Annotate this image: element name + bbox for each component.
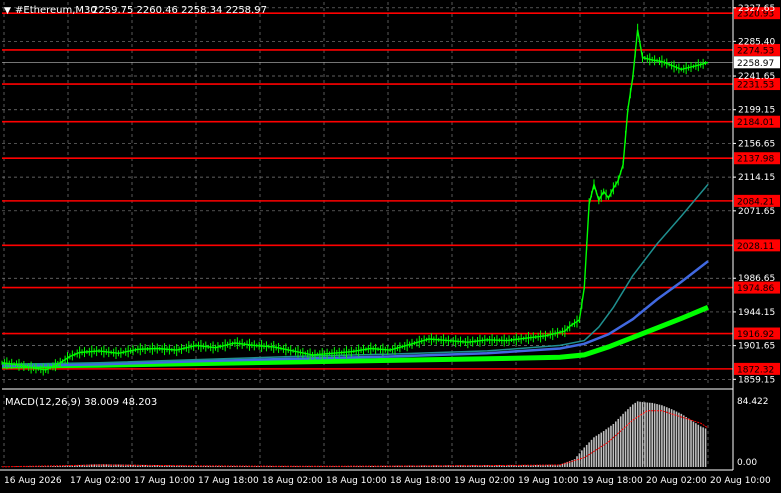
time-tick-label: 19 Aug 02:00: [454, 476, 515, 486]
price-tick-label: 1944.15: [738, 308, 775, 318]
price-tick-label: 1859.15: [738, 375, 775, 385]
time-tick-label: 18 Aug 18:00: [390, 476, 451, 486]
time-tick-label: 16 Aug 2026: [4, 476, 62, 486]
dropdown-triangle-icon[interactable]: ▼: [4, 6, 11, 16]
level-label: 2028.11: [737, 242, 774, 252]
price-tick-label: 2114.15: [738, 173, 775, 183]
time-tick-label: 20 Aug 02:00: [646, 476, 707, 486]
price-tick-label: 2199.15: [738, 106, 775, 116]
level-label: 1872.32: [737, 365, 774, 375]
level-label: 2184.01: [737, 118, 774, 128]
price-tick-label: 2071.65: [738, 207, 775, 217]
ohlc-values: 2259.75 2260.46 2258.34 2258.97: [92, 5, 267, 16]
price-tick-label: 2241.65: [738, 72, 775, 82]
time-tick-label: 17 Aug 02:00: [70, 476, 131, 486]
time-tick-label: 18 Aug 02:00: [262, 476, 323, 486]
price-tick-label: 2156.65: [738, 139, 775, 149]
level-label: 1974.86: [737, 284, 774, 294]
chart-header: ▼ #Ethereum,M30 2259.75 2260.46 2258.34 …: [4, 5, 267, 16]
trading-chart[interactable]: 2320.93 2274.53 2231.53 2184.01 2137.98 2084.…: [0, 0, 781, 489]
chart-canvas[interactable]: 2320.932274.532231.532184.012137.982084.…: [0, 0, 781, 489]
macd-label: MACD(12,26,9) 38.009 48.203: [5, 397, 157, 408]
macd-scale-bottom: 0.00: [737, 458, 757, 468]
level-label: 1916.92: [737, 330, 774, 340]
time-tick-label: 17 Aug 10:00: [134, 476, 195, 486]
price-tick-label: 1986.65: [738, 274, 775, 284]
current-price-label: 2258.97: [737, 59, 774, 69]
price-tick-label: 2327.65: [738, 4, 775, 14]
level-label: 2274.53: [737, 46, 774, 56]
symbol-label: #Ethereum,M30: [15, 5, 97, 16]
time-tick-label: 17 Aug 18:00: [198, 476, 259, 486]
price-tick-label: 2285.40: [738, 37, 775, 47]
macd-scale-top: 84.422: [737, 397, 769, 407]
price-tick-label: 1901.65: [738, 342, 775, 352]
level-label: 2137.98: [737, 155, 774, 165]
time-tick-label: 18 Aug 10:00: [326, 476, 387, 486]
level-label: 2231.53: [737, 81, 774, 91]
time-tick-label: 20 Aug 10:00: [710, 476, 771, 486]
time-tick-label: 19 Aug 18:00: [582, 476, 643, 486]
time-tick-label: 19 Aug 10:00: [518, 476, 579, 486]
